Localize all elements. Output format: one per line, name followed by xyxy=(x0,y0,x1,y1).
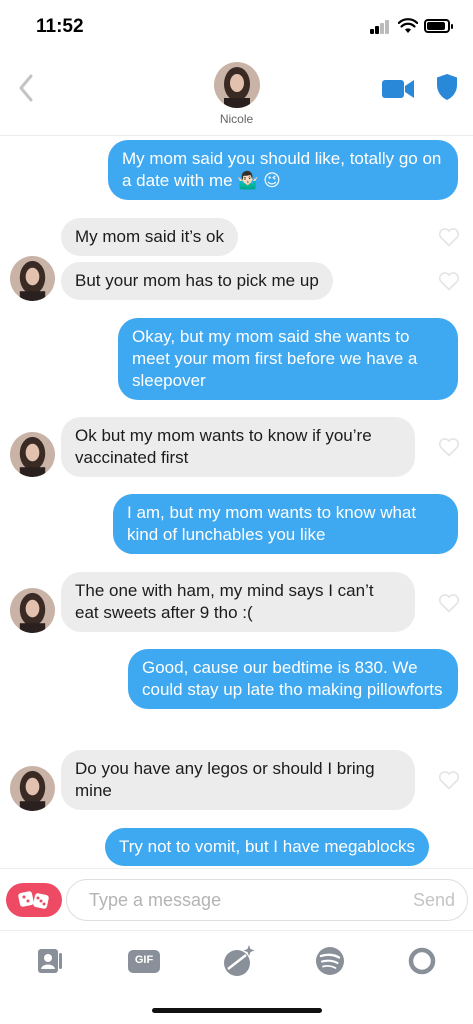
gifts-button[interactable] xyxy=(6,883,62,917)
battery-icon xyxy=(424,19,453,33)
spotify-icon[interactable] xyxy=(310,943,350,979)
message-list[interactable]: My mom said you should like, totally go … xyxy=(0,136,473,868)
message-input-placeholder: Type a message xyxy=(89,890,222,910)
message-composer: Type a message Send xyxy=(0,868,473,930)
message-bubble-sent[interactable]: Try not to vomit, but I have megablocks xyxy=(105,828,430,866)
status-bar: 11:52 xyxy=(0,0,473,56)
chevron-left-icon[interactable] xyxy=(14,72,38,104)
heart-icon[interactable] xyxy=(438,437,460,457)
wifi-icon xyxy=(398,18,418,33)
avatar-photo xyxy=(10,766,55,811)
message-bubble-sent[interactable]: I am, but my mom wants to know what kind… xyxy=(113,494,458,554)
message-bubble-sent[interactable]: My mom said you should like, totally go … xyxy=(108,140,458,200)
contact-avatar-small[interactable] xyxy=(10,588,55,633)
message-bubble-sent[interactable]: Good, cause our bedtime is 830. We could… xyxy=(128,649,458,709)
heart-icon[interactable] xyxy=(438,227,460,247)
home-indicator xyxy=(152,1008,322,1013)
gif-button[interactable]: GIF xyxy=(124,943,164,979)
heart-icon[interactable] xyxy=(438,593,460,613)
cellular-signal-icon xyxy=(370,20,390,34)
bottom-toolbar: GIF xyxy=(0,930,473,1000)
battery-level xyxy=(427,22,445,30)
send-button[interactable]: Send xyxy=(413,890,455,911)
avatar-photo xyxy=(10,256,55,301)
avatar-photo xyxy=(214,62,260,108)
sticker-icon[interactable] xyxy=(218,943,258,979)
status-time: 11:52 xyxy=(36,16,84,37)
loading-ring-icon[interactable] xyxy=(402,943,442,979)
avatar-photo xyxy=(10,432,55,477)
contact-avatar-small[interactable] xyxy=(10,432,55,477)
shield-icon[interactable] xyxy=(436,73,458,101)
contact-avatar-small[interactable] xyxy=(10,256,55,301)
contact-avatar-small[interactable] xyxy=(10,766,55,811)
message-bubble-received[interactable]: Ok but my mom wants to know if you’re va… xyxy=(61,417,415,477)
message-bubble-received[interactable]: Do you have any legos or should I bring … xyxy=(61,750,415,810)
chat-header: Nicole xyxy=(0,56,473,136)
message-bubble-received[interactable]: But your mom has to pick me up xyxy=(61,262,333,300)
contact-card-icon[interactable] xyxy=(29,943,69,979)
video-camera-icon[interactable] xyxy=(381,78,415,100)
message-bubble-sent[interactable]: Okay, but my mom said she wants to meet … xyxy=(118,318,458,400)
dice-icon xyxy=(18,891,49,909)
avatar-photo xyxy=(10,588,55,633)
heart-icon[interactable] xyxy=(438,271,460,291)
message-input[interactable]: Type a message Send xyxy=(66,879,468,921)
message-bubble-received[interactable]: My mom said it’s ok xyxy=(61,218,238,256)
contact-name[interactable]: Nicole xyxy=(0,112,473,126)
contact-avatar[interactable] xyxy=(214,62,260,108)
message-bubble-received[interactable]: The one with ham, my mind says I can’t e… xyxy=(61,572,415,632)
gif-label: GIF xyxy=(134,954,154,966)
heart-icon[interactable] xyxy=(438,770,460,790)
